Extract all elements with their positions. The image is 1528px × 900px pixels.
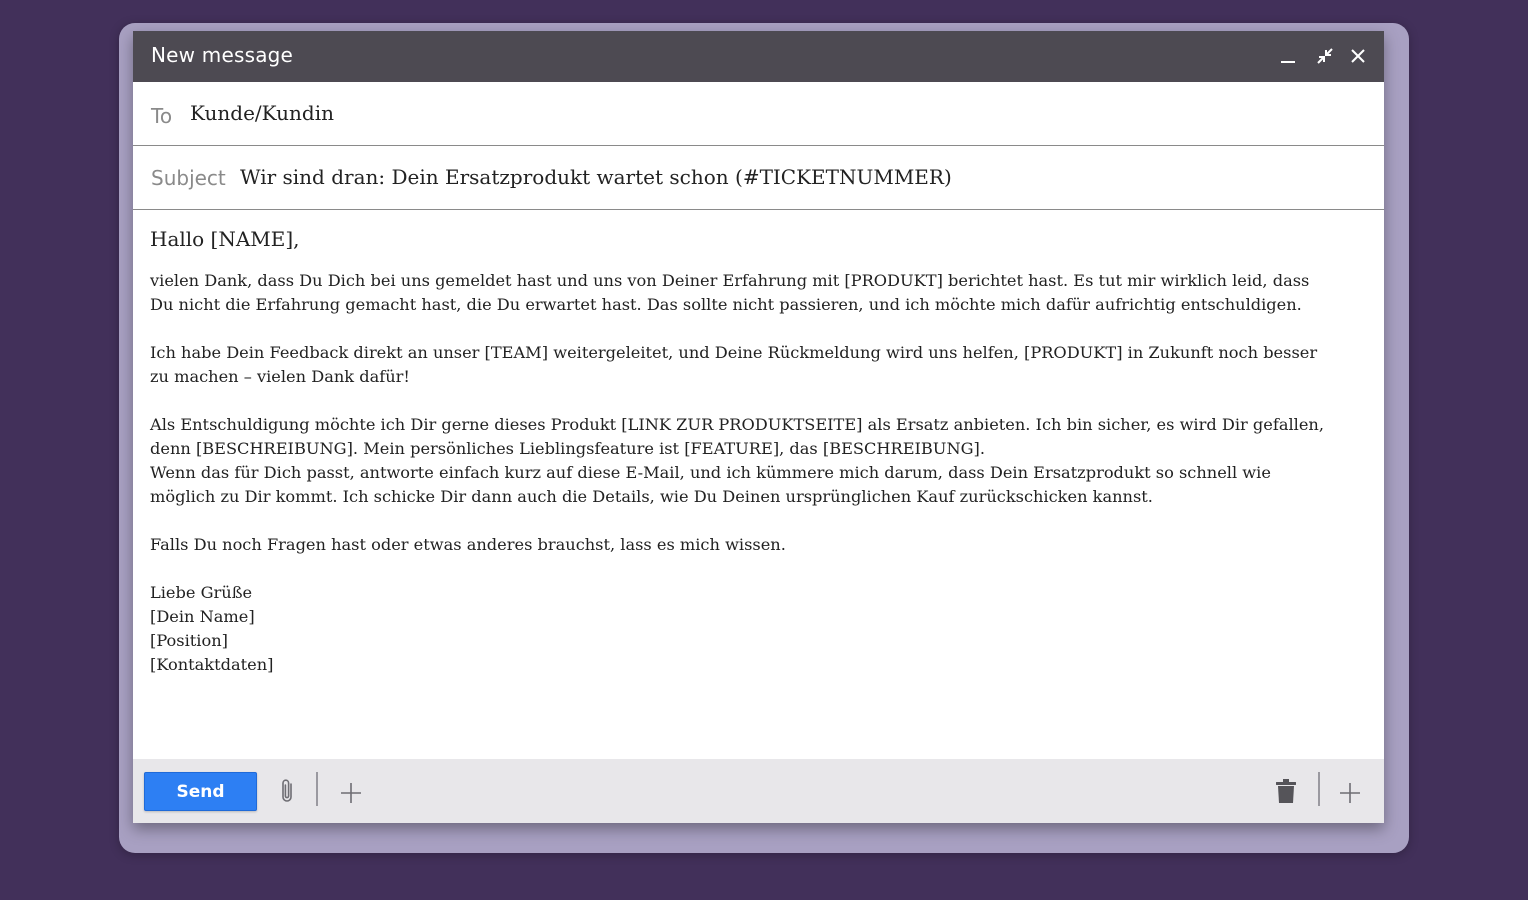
greeting-line: Hallo [NAME], <box>150 227 300 251</box>
to-label: To <box>151 104 173 128</box>
to-field[interactable]: Kunde/Kundin <box>190 101 1340 125</box>
body-line: Als Entschuldigung möchte ich Dir gerne … <box>150 415 1324 434</box>
signature-name: [Dein Name] <box>150 607 255 626</box>
body-line: denn [BESCHREIBUNG]. Mein persönliches L… <box>150 439 985 458</box>
subject-field[interactable]: Wir sind dran: Dein Ersatzprodukt wartet… <box>240 165 1360 189</box>
plus-icon[interactable] <box>339 781 363 805</box>
compose-toolbar: Send <box>133 759 1384 823</box>
message-body[interactable]: Hallo [NAME], vielen Dank, dass Du Dich … <box>150 225 1330 677</box>
send-button[interactable]: Send <box>144 772 257 811</box>
subject-label: Subject <box>151 166 226 190</box>
body-line: Ich habe Dein Feedback direkt an unser [… <box>150 343 1318 362</box>
body-line: Falls Du noch Fragen hast oder etwas and… <box>150 535 786 554</box>
trash-icon[interactable] <box>1275 778 1297 804</box>
minimize-icon[interactable] <box>1277 45 1299 67</box>
title-bar: New message <box>133 31 1384 82</box>
body-line: zu machen – vielen Dank dafür! <box>150 367 410 386</box>
collapse-arrows-icon[interactable] <box>1314 45 1336 67</box>
toolbar-divider <box>316 772 318 806</box>
body-line: möglich zu Dir kommt. Ich schicke Dir da… <box>150 487 1153 506</box>
body-line: vielen Dank, dass Du Dich bei uns gemeld… <box>150 271 1310 290</box>
body-line: Wenn das für Dich passt, antworte einfac… <box>150 463 1271 482</box>
subject-row: Subject Wir sind dran: Dein Ersatzproduk… <box>133 146 1384 210</box>
paperclip-icon[interactable] <box>278 777 298 805</box>
plus-icon[interactable] <box>1338 781 1362 805</box>
compose-window: New message To Kunde/Kundin Subject Wir … <box>133 31 1384 823</box>
body-line: Du nicht die Erfahrung gemacht hast, die… <box>150 295 1302 314</box>
closing-line: Liebe Grüße <box>150 583 253 602</box>
to-row: To Kunde/Kundin <box>133 82 1384 146</box>
window-title: New message <box>151 43 294 67</box>
close-icon[interactable] <box>1347 45 1369 67</box>
signature-position: [Position] <box>150 631 228 650</box>
toolbar-divider <box>1318 772 1320 806</box>
signature-contact: [Kontaktdaten] <box>150 655 274 674</box>
